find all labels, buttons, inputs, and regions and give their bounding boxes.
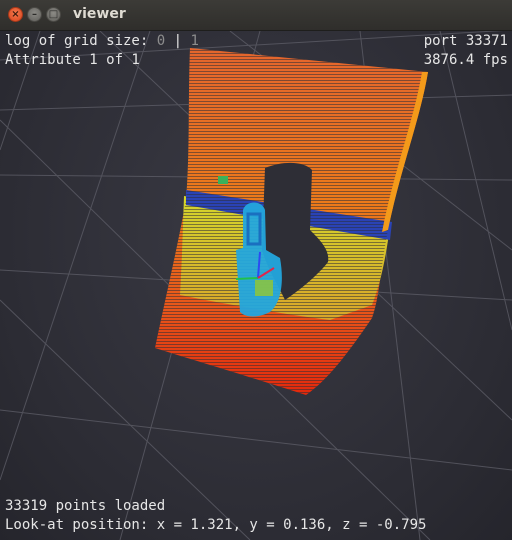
port-label: port 33371 — [423, 33, 508, 49]
grid-size-readout: log of grid size: 0 | 1 — [5, 33, 199, 49]
minimize-button[interactable]: – — [27, 7, 42, 22]
attribute-label: Attribute 1 of 1 — [5, 52, 140, 68]
viewer-window: × – □ viewer log of grid size: 0 | 1 Att… — [0, 0, 512, 540]
maximize-button[interactable]: □ — [46, 7, 61, 22]
point-cloud — [155, 48, 428, 395]
fps-label: 3876.4 fps — [423, 52, 508, 68]
lookat-position-label: Look-at position: x = 1.321, y = 0.136, … — [5, 517, 427, 533]
points-loaded-label: 33319 points loaded — [5, 498, 166, 514]
grid-option-1: 1 — [190, 33, 199, 49]
point-cloud-canvas[interactable] — [0, 31, 512, 540]
grid-option-0: 0 — [156, 33, 166, 49]
close-button[interactable]: × — [8, 7, 23, 22]
3d-viewport[interactable] — [0, 31, 512, 540]
title-bar[interactable]: × – □ viewer — [0, 0, 512, 31]
window-title: viewer — [73, 6, 126, 22]
grid-option-separator: | — [173, 33, 183, 49]
grid-size-label: log of grid size: — [5, 33, 149, 49]
